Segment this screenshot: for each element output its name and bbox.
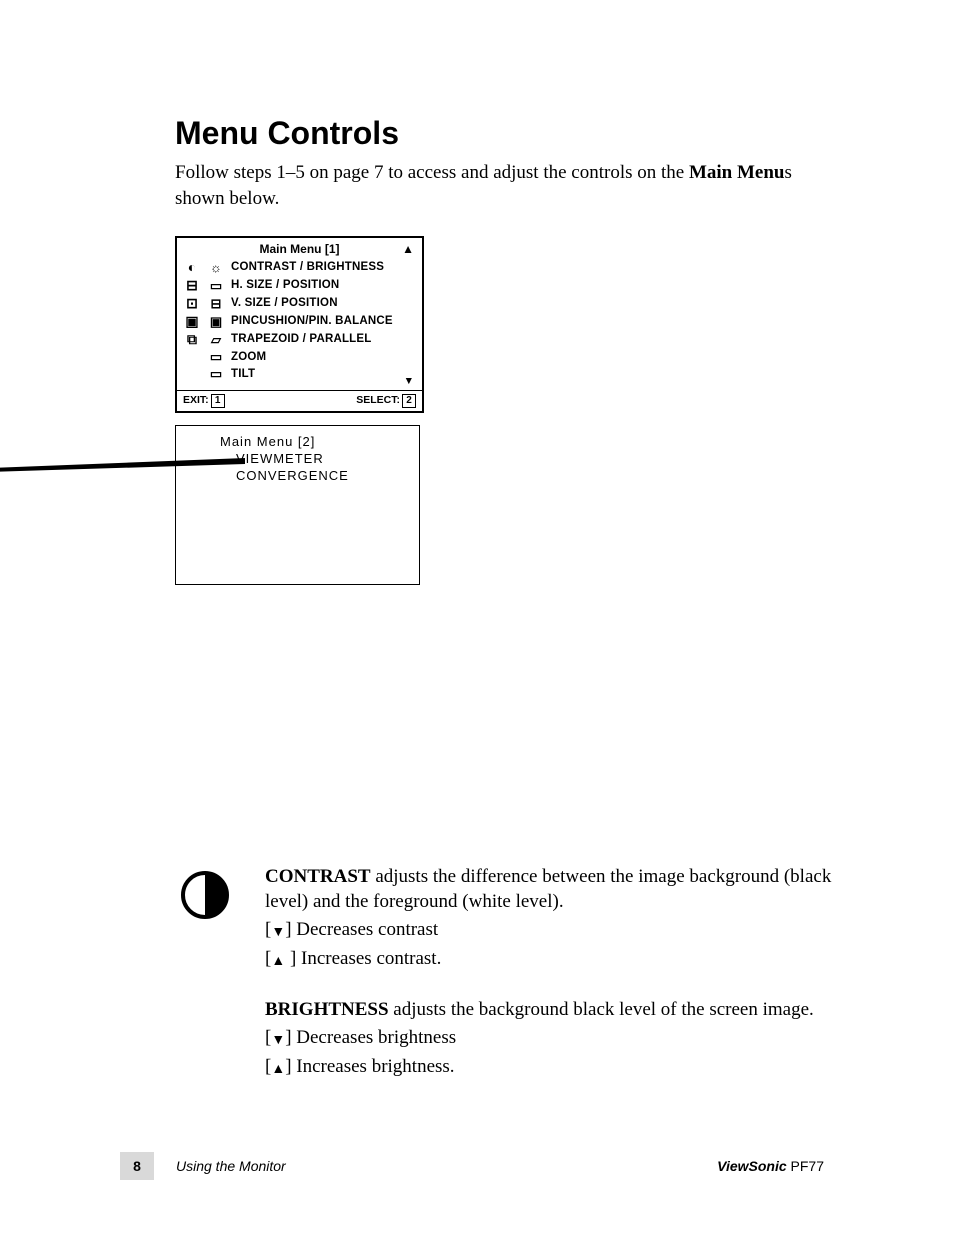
main-menu-1-box: Main Menu [1] ▲ ◐ ☼ CONTRAST / BRIGHTNES… — [175, 236, 424, 413]
select-group: SELECT:2 — [356, 394, 416, 408]
footer-brand-group: ViewSonic PF77 — [717, 1158, 824, 1174]
contrast-term: CONTRAST — [265, 866, 371, 887]
brightness-body: adjusts the background black level of th… — [389, 999, 814, 1020]
menu1-item-label: V. SIZE / POSITION — [231, 297, 338, 309]
footer-model: PF77 — [787, 1158, 824, 1174]
page-heading: Menu Controls — [175, 115, 824, 152]
brightness-term: BRIGHTNESS — [265, 999, 389, 1020]
intro-bold: Main Menu — [689, 162, 785, 183]
footer-section: Using the Monitor — [176, 1158, 717, 1174]
intro-paragraph: Follow steps 1–5 on page 7 to access and… — [175, 160, 824, 211]
footer-brand: ViewSonic — [717, 1158, 787, 1174]
menu1-title: Main Menu [1] — [260, 242, 340, 256]
menu1-item-label: H. SIZE / POSITION — [231, 279, 339, 291]
main-menu-2-box: Main Menu [2] VIEWMETER CONVERGENCE — [175, 425, 420, 585]
intro-pre: Follow steps 1–5 on page 7 to access and… — [175, 162, 689, 183]
hsize-icon: ⊟ — [183, 278, 201, 292]
up-triangle-icon: ▲ — [271, 954, 285, 969]
brightness-inc: ] Increases brightness. — [285, 1056, 454, 1077]
scroll-down-icon: ▼ — [404, 375, 414, 387]
menu2-item-viewmeter: VIEWMETER — [236, 451, 415, 466]
page-footer: 8 Using the Monitor ViewSonic PF77 — [0, 1152, 954, 1180]
brightness-paragraph: BRIGHTNESS adjusts the background black … — [265, 998, 835, 1023]
contrast-large-icon — [180, 870, 230, 920]
brightness-icon: ☼ — [207, 261, 225, 274]
menu1-item-zoom: ▭ ZOOM — [183, 348, 416, 365]
menu1-item-trapezoid: ⧉ ▱ TRAPEZOID / PARALLEL — [183, 330, 416, 348]
vsize-icon: ⊡ — [183, 296, 201, 310]
brightness-increase-line: [▲] Increases brightness. — [265, 1055, 835, 1080]
contrast-inc: ] Increases contrast. — [285, 948, 441, 969]
menu2-item-convergence: CONVERGENCE — [236, 468, 415, 483]
scroll-up-icon: ▲ — [402, 242, 414, 256]
contrast-paragraph: CONTRAST adjusts the difference between … — [265, 865, 835, 914]
menu1-item-tilt: ▭ TILT — [183, 365, 416, 382]
menu2-title: Main Menu [2] — [220, 434, 415, 449]
brightness-decrease-line: [▼] Decreases brightness — [265, 1026, 835, 1051]
menu1-item-pincushion: ▣ ▣ PINCUSHION/PIN. BALANCE — [183, 312, 416, 330]
trapezoid-icon: ⧉ — [183, 332, 201, 346]
exit-label: EXIT: — [183, 394, 209, 406]
menu1-item-label: ZOOM — [231, 351, 266, 363]
up-triangle-icon: ▲ — [271, 1062, 285, 1077]
pinbalance-icon: ▣ — [207, 315, 225, 328]
vpos-icon: ⊟ — [207, 297, 225, 310]
select-label: SELECT: — [356, 394, 400, 406]
contrast-dec: ] Decreases contrast — [285, 919, 438, 940]
contrast-increase-line: [▲ ] Increases contrast. — [265, 947, 835, 972]
exit-group: EXIT:1 — [183, 394, 225, 408]
exit-key: 1 — [211, 394, 225, 408]
contrast-icon: ◐ — [183, 260, 201, 274]
menu1-item-label: TRAPEZOID / PARALLEL — [231, 333, 372, 345]
menu1-item-vsize: ⊡ ⊟ V. SIZE / POSITION — [183, 294, 416, 312]
pincushion-icon: ▣ — [183, 314, 201, 328]
hpos-icon: ▭ — [207, 279, 225, 292]
zoom-icon: ▭ — [207, 350, 225, 363]
brightness-dec: ] Decreases brightness — [285, 1027, 456, 1048]
menu1-item-label: TILT — [231, 368, 255, 380]
tilt-icon: ▭ — [207, 367, 225, 380]
select-key: 2 — [402, 394, 416, 408]
down-triangle-icon: ▼ — [271, 1033, 285, 1048]
menu1-item-label: PINCUSHION/PIN. BALANCE — [231, 315, 393, 327]
down-triangle-icon: ▼ — [271, 925, 285, 940]
contrast-decrease-line: [▼] Decreases contrast — [265, 918, 835, 943]
menu1-item-contrast: ◐ ☼ CONTRAST / BRIGHTNESS — [183, 258, 416, 276]
page-number: 8 — [120, 1152, 154, 1180]
menu1-item-hsize: ⊟ ▭ H. SIZE / POSITION — [183, 276, 416, 294]
parallel-icon: ▱ — [207, 333, 225, 346]
menu1-item-label: CONTRAST / BRIGHTNESS — [231, 261, 384, 273]
description-block: CONTRAST adjusts the difference between … — [185, 865, 835, 1084]
